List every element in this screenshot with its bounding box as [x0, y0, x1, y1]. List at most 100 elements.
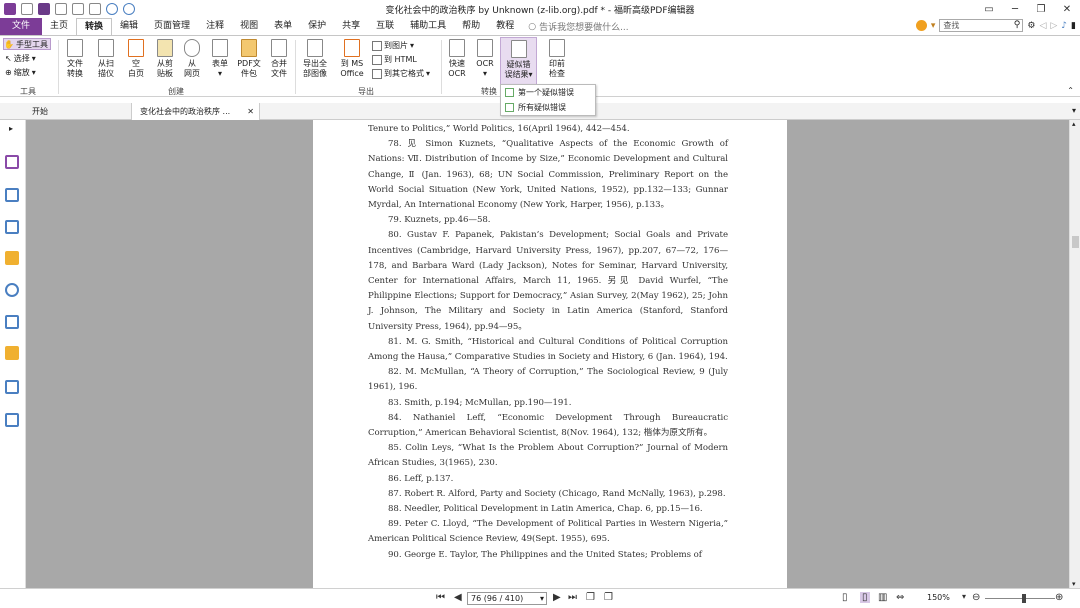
zoom-slider[interactable] — [985, 594, 1055, 603]
menu-comment[interactable]: 注释 — [198, 18, 232, 35]
zoom-slider-knob[interactable] — [1022, 594, 1026, 603]
last-page-icon[interactable]: ⏭ — [568, 592, 577, 603]
close-button[interactable]: ✕ — [1054, 0, 1080, 18]
accessibility-icon[interactable] — [5, 413, 19, 427]
menu-form[interactable]: 表单 — [266, 18, 300, 35]
first-suspect-label: 第一个疑似错误 — [518, 88, 574, 97]
account-icon[interactable] — [915, 20, 927, 31]
security-icon[interactable] — [5, 346, 19, 360]
menu-home[interactable]: 主页 — [42, 18, 76, 35]
collapse-ribbon-icon[interactable]: ⌃ — [1067, 86, 1074, 95]
tab-start[interactable]: 开始 — [24, 103, 132, 120]
menu-edit[interactable]: 编辑 — [112, 18, 146, 35]
all-suspects-item[interactable]: 所有疑似错误 — [501, 100, 595, 115]
save-icon[interactable] — [38, 3, 50, 15]
bookmarks-icon[interactable] — [5, 155, 19, 169]
fit-width-icon[interactable]: ⇔ — [896, 592, 904, 603]
suspect-results-button[interactable]: 疑似错 误结果▾ — [500, 37, 537, 85]
pdf-package-label: PDF文 件包 — [237, 59, 261, 78]
content-icon[interactable] — [5, 380, 19, 394]
back-icon[interactable]: ◁ — [1039, 21, 1046, 31]
tab-document[interactable]: 变化社会中的政治秩序 ... ✕ — [132, 103, 260, 120]
next-page-icon[interactable]: ▶ — [553, 592, 561, 603]
print-icon[interactable] — [55, 3, 67, 15]
form-label: 表单 — [212, 59, 228, 68]
menu-accessibility[interactable]: 辅助工具 — [402, 18, 454, 35]
forward-icon[interactable]: ▷ — [1050, 21, 1057, 31]
zoom-dropdown-icon[interactable]: ▾ — [962, 592, 966, 601]
blank-page-button[interactable]: 空 白页 — [124, 39, 148, 79]
menu-organize[interactable]: 页面管理 — [146, 18, 198, 35]
menu-connect[interactable]: 互联 — [368, 18, 402, 35]
quick-ocr-button[interactable]: 快速 OCR — [444, 39, 470, 79]
search-input[interactable]: 查找 ⚲ — [939, 19, 1024, 32]
preflight-button[interactable]: 印前 检查 — [544, 39, 570, 79]
zoom-level[interactable]: 150% — [927, 593, 950, 602]
scroll-down-icon[interactable]: ▾ — [1072, 580, 1076, 588]
undo-icon[interactable] — [106, 3, 118, 15]
form-button[interactable]: 表单 ▾ — [208, 39, 232, 79]
minimize-button[interactable]: ─ — [1002, 0, 1028, 18]
text-paragraph: 89. Peter C. Lloyd, “The Development of … — [368, 519, 728, 545]
file-menu[interactable]: 文件 — [0, 18, 42, 35]
pdf-package-button[interactable]: PDF文 件包 — [235, 39, 263, 79]
first-suspect-item[interactable]: 第一个疑似错误 — [501, 85, 595, 100]
view-page-icon[interactable]: ❐ — [604, 592, 613, 603]
menu-protect[interactable]: 保护 — [300, 18, 334, 35]
page-number-input[interactable]: 76 (96 / 410) ▾ — [467, 592, 547, 605]
first-page-icon[interactable]: ⏮ — [436, 592, 445, 603]
single-page-view-icon[interactable]: ▯ — [842, 592, 848, 603]
notification-icon[interactable]: ♪ — [1061, 21, 1067, 31]
menu-help[interactable]: 帮助 — [454, 18, 488, 35]
scroll-up-icon[interactable]: ▴ — [1072, 120, 1076, 128]
to-other-format-button[interactable]: 到其它格式 ▾ — [372, 68, 430, 79]
attachments-icon[interactable] — [5, 283, 19, 297]
customize-icon[interactable] — [140, 3, 152, 15]
comments-icon[interactable] — [5, 251, 19, 265]
to-ms-office-button[interactable]: 到 MS Office — [336, 39, 368, 79]
from-web-button[interactable]: 从 网页 — [180, 39, 204, 79]
tell-me[interactable]: ○ 告诉我您想要做什么... — [528, 20, 628, 34]
ribbon-toggle-icon[interactable]: ▭ — [976, 0, 1002, 18]
zoom-button[interactable]: ⊕ 缩放 ▾ — [5, 67, 36, 78]
prev-page-icon[interactable]: ◀ — [454, 592, 462, 603]
new-icon[interactable] — [89, 3, 101, 15]
scroll-thumb[interactable] — [1072, 236, 1079, 248]
vertical-scrollbar[interactable]: ▴ ▾ — [1069, 120, 1080, 588]
facing-view-icon[interactable]: ▥ — [878, 592, 887, 603]
expand-panel-icon[interactable]: ▸ — [9, 124, 13, 133]
layers-icon[interactable] — [5, 220, 19, 234]
menu-tutorial[interactable]: 教程 — [488, 18, 522, 35]
menu-view[interactable]: 视图 — [232, 18, 266, 35]
file-convert-button[interactable]: 文件 转换 — [62, 39, 88, 79]
redo-icon[interactable] — [123, 3, 135, 15]
zoom-in-icon[interactable]: ⊕ — [1055, 592, 1063, 603]
export-all-images-button[interactable]: 导出全 部图像 — [299, 39, 331, 79]
signature-icon[interactable] — [5, 315, 19, 329]
folder-search-icon[interactable]: ▾ — [931, 21, 936, 31]
zoom-out-icon[interactable]: ⊖ — [972, 592, 980, 603]
open-icon[interactable] — [21, 3, 33, 15]
ocr-button[interactable]: OCR ▾ — [473, 39, 497, 79]
close-tab-icon[interactable]: ✕ — [247, 103, 254, 120]
document-viewer[interactable]: Tenure to Politics,” World Politics, 16(… — [26, 120, 1069, 588]
text-paragraph: 84. Nathaniel Leff, “Economic Developmen… — [368, 412, 728, 439]
menu-share[interactable]: 共享 — [334, 18, 368, 35]
from-clipboard-button[interactable]: 从剪 贴板 — [152, 39, 178, 79]
restore-button[interactable]: ❐ — [1028, 0, 1054, 18]
user-icon[interactable]: ▮ — [1071, 21, 1076, 31]
pages-icon[interactable] — [5, 188, 19, 202]
continuous-view-icon[interactable]: ▯ — [860, 592, 870, 603]
to-image-button[interactable]: 到图片 ▾ — [372, 40, 414, 51]
email-icon[interactable] — [72, 3, 84, 15]
tab-list-icon[interactable]: ▾ — [1072, 106, 1076, 115]
hand-tool-button[interactable]: ✋ 手型工具 — [3, 38, 51, 50]
search-icon[interactable]: ⚲ — [1014, 20, 1021, 31]
to-html-button[interactable]: 到 HTML — [372, 54, 417, 65]
select-button[interactable]: ↖ 选择 ▾ — [5, 53, 36, 64]
merge-files-button[interactable]: 合并 文件 — [267, 39, 291, 79]
from-scanner-button[interactable]: 从扫 描仪 — [92, 39, 120, 79]
settings-icon[interactable]: ⚙ — [1027, 21, 1035, 31]
copy-page-icon[interactable]: ❐ — [586, 592, 595, 603]
menu-convert[interactable]: 转换 — [76, 18, 113, 35]
